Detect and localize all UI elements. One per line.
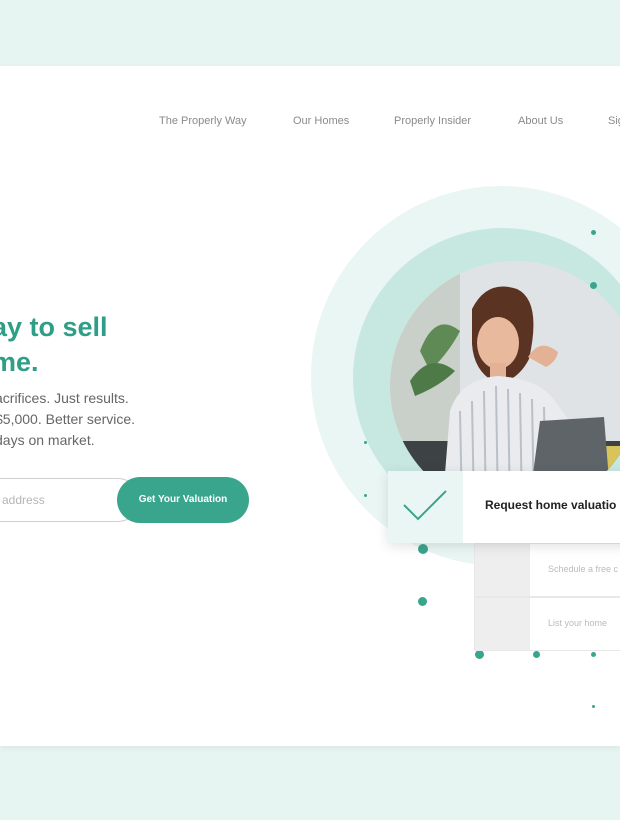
decorative-dot xyxy=(364,441,367,444)
list-home-option-label: List your home xyxy=(548,618,608,628)
decorative-dot xyxy=(592,705,595,708)
decorative-dot xyxy=(475,650,484,659)
request-valuation-label: Request home valuatio xyxy=(485,498,617,512)
decorative-dot xyxy=(591,230,596,235)
subtext-line-3: days on market. xyxy=(0,432,95,448)
nav-item-about-us[interactable]: About Us xyxy=(518,115,563,127)
hero-headline: ay to sell me. xyxy=(0,310,292,380)
option-icon-placeholder xyxy=(475,598,530,650)
nav-item-our-homes[interactable]: Our Homes xyxy=(293,115,349,127)
checkmark-icon xyxy=(403,490,447,521)
option-icon-placeholder xyxy=(475,544,530,596)
top-nav: The Properly Way Our Homes Properly Insi… xyxy=(0,115,620,135)
decorative-dot xyxy=(364,494,367,497)
decorative-dot xyxy=(533,651,540,658)
nav-item-sign-in[interactable]: Sig xyxy=(608,115,620,127)
subtext-line-2: $5,000. Better service. xyxy=(0,411,136,427)
hero-subtext: acrifices. Just results. $5,000. Better … xyxy=(0,388,295,451)
decorative-dot xyxy=(418,597,427,606)
list-home-option[interactable]: List your home xyxy=(474,597,620,651)
schedule-option-label: Schedule a free c xyxy=(548,564,619,574)
nav-item-properly-way[interactable]: The Properly Way xyxy=(159,115,247,127)
headline-line-2: me. xyxy=(0,347,39,377)
decorative-dot xyxy=(418,544,428,554)
checkmark-box xyxy=(388,471,463,543)
subtext-line-1: acrifices. Just results. xyxy=(0,390,129,406)
decorative-dot xyxy=(590,282,597,289)
nav-item-properly-insider[interactable]: Properly Insider xyxy=(394,115,471,127)
landing-page-card: The Properly Way Our Homes Properly Insi… xyxy=(0,66,620,746)
address-input-placeholder: address xyxy=(2,493,45,507)
decorative-dot xyxy=(591,652,596,657)
schedule-option[interactable]: Schedule a free c xyxy=(474,543,620,597)
headline-line-1: ay to sell xyxy=(0,312,108,342)
request-valuation-card[interactable]: Request home valuatio xyxy=(388,471,620,543)
get-valuation-button[interactable]: Get Your Valuation xyxy=(117,477,249,523)
